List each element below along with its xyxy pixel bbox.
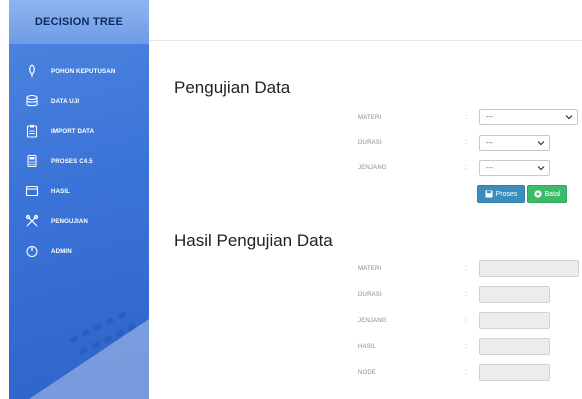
field-colon: : bbox=[465, 114, 467, 121]
sidebar: DECISION TREE POHON KEPUTUSAN DATA UJI I… bbox=[9, 0, 149, 399]
result-label-hasil: HASIL bbox=[358, 344, 377, 350]
result-hasil-field[interactable] bbox=[479, 338, 550, 355]
results-title: Hasil Pengujian Data bbox=[174, 231, 333, 250]
chevron-down-icon bbox=[537, 141, 545, 146]
circle-x-icon bbox=[533, 190, 542, 198]
sidebar-item-pengujian[interactable]: PENGUJIAN bbox=[9, 206, 149, 236]
field-colon: : bbox=[465, 343, 467, 350]
field-colon: : bbox=[465, 369, 467, 376]
database-icon bbox=[25, 94, 39, 108]
result-durasi-field[interactable] bbox=[479, 286, 550, 303]
durasi-select[interactable]: --- bbox=[479, 135, 550, 151]
result-label-durasi: DURASI bbox=[358, 292, 382, 298]
result-jenjang-field[interactable] bbox=[479, 312, 550, 329]
materi-select-value: --- bbox=[486, 113, 493, 121]
result-node-field[interactable] bbox=[479, 364, 550, 381]
brand-title: DECISION TREE bbox=[9, 0, 149, 44]
sidebar-item-label: ADMIN bbox=[51, 247, 72, 255]
result-label-jenjang: JENJANG bbox=[358, 318, 387, 324]
top-bar bbox=[149, 0, 582, 41]
window-icon bbox=[25, 184, 39, 198]
field-label-jenjang: JENJANG bbox=[358, 165, 387, 171]
clipboard-icon bbox=[25, 124, 39, 138]
field-colon: : bbox=[465, 139, 467, 146]
materi-select[interactable]: --- bbox=[479, 109, 578, 125]
sidebar-item-proses-c45[interactable]: PROSES C4.5 bbox=[9, 146, 149, 176]
tree-icon bbox=[25, 64, 39, 78]
field-label-materi: MATERI bbox=[358, 115, 382, 121]
field-colon: : bbox=[465, 317, 467, 324]
field-colon: : bbox=[465, 265, 467, 272]
tools-icon bbox=[25, 214, 39, 228]
page-title: Pengujian Data bbox=[174, 78, 291, 97]
sidebar-item-label: PENGUJIAN bbox=[51, 217, 89, 225]
power-icon bbox=[25, 244, 39, 258]
result-label-materi: MATERI bbox=[358, 266, 382, 272]
jenjang-select[interactable]: --- bbox=[479, 160, 550, 176]
proses-button[interactable]: Proses bbox=[477, 185, 525, 203]
sidebar-item-label: DATA UJI bbox=[51, 97, 80, 105]
sidebar-item-import-data[interactable]: IMPORT DATA bbox=[9, 116, 149, 146]
field-label-durasi: DURASI bbox=[358, 140, 382, 146]
result-label-node: NODE bbox=[358, 370, 377, 376]
result-materi-field[interactable] bbox=[479, 260, 579, 277]
sidebar-item-data-uji[interactable]: DATA UJI bbox=[9, 86, 149, 116]
sidebar-item-label: HASIL bbox=[51, 187, 71, 195]
main-panel: Pengujian Data MATERI : --- DURASI : ---… bbox=[160, 48, 582, 399]
sidebar-item-hasil[interactable]: HASIL bbox=[9, 176, 149, 206]
batal-button[interactable]: Batal bbox=[527, 185, 567, 203]
sidebar-item-label: IMPORT DATA bbox=[51, 127, 95, 135]
sidebar-item-pohon-keputusan[interactable]: POHON KEPUTUSAN bbox=[9, 56, 149, 86]
calculator-icon bbox=[25, 154, 39, 168]
chevron-down-icon bbox=[565, 115, 573, 120]
jenjang-select-value: --- bbox=[486, 164, 493, 172]
proses-button-label: Proses bbox=[495, 190, 518, 198]
sidebar-nav: POHON KEPUTUSAN DATA UJI IMPORT DATA PRO… bbox=[9, 44, 149, 266]
sidebar-item-admin[interactable]: ADMIN bbox=[9, 236, 149, 266]
field-colon: : bbox=[465, 291, 467, 298]
batal-button-label: Batal bbox=[544, 190, 561, 198]
chevron-down-icon bbox=[537, 166, 545, 171]
sidebar-item-label: PROSES C4.5 bbox=[51, 157, 93, 165]
field-colon: : bbox=[465, 164, 467, 171]
sidebar-item-label: POHON KEPUTUSAN bbox=[51, 67, 116, 75]
save-icon bbox=[485, 190, 493, 198]
durasi-select-value: --- bbox=[486, 139, 493, 147]
